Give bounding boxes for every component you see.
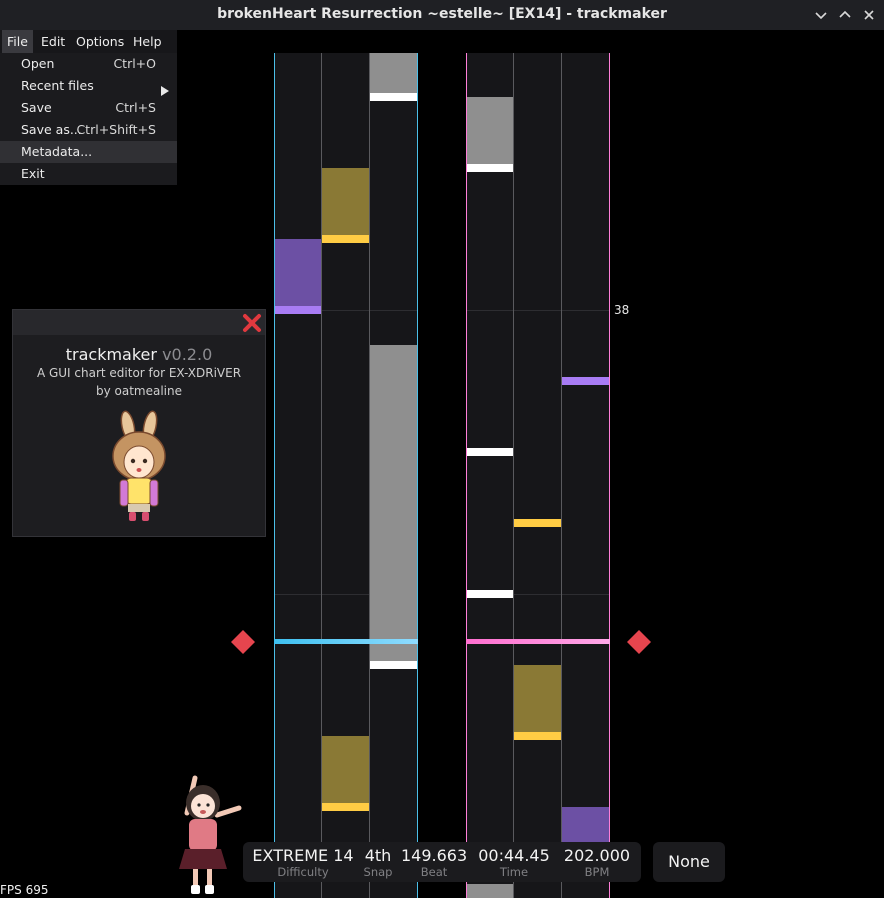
close-icon[interactable] bbox=[859, 5, 879, 25]
gold-hold-body[interactable] bbox=[322, 736, 370, 803]
menu-item-recent-files[interactable]: Recent files bbox=[0, 75, 177, 97]
tap-note[interactable] bbox=[466, 448, 514, 456]
hold-note-body[interactable] bbox=[370, 345, 418, 661]
tap-note[interactable] bbox=[370, 93, 418, 101]
minimize-icon[interactable] bbox=[811, 5, 831, 25]
close-x-icon[interactable] bbox=[242, 313, 262, 333]
purple-hold-body[interactable] bbox=[274, 239, 322, 306]
bpm-label: BPM bbox=[584, 865, 610, 879]
lane-divider bbox=[321, 53, 322, 898]
menu-item-shortcut: Ctrl+O bbox=[113, 56, 156, 71]
purple-note[interactable] bbox=[562, 377, 610, 385]
time-value: 00:44.45 bbox=[478, 846, 550, 865]
menu-edit[interactable]: Edit bbox=[36, 30, 70, 53]
lane-edge-right bbox=[466, 53, 467, 898]
snap-stat[interactable]: 4th Snap bbox=[359, 842, 397, 879]
gold-note[interactable] bbox=[322, 803, 370, 811]
menu-bar: File Edit Options Help bbox=[0, 30, 177, 53]
menu-item-save[interactable]: Save Ctrl+S bbox=[0, 97, 177, 119]
menu-options[interactable]: Options bbox=[71, 30, 129, 53]
about-window: trackmaker v0.2.0 A GUI chart editor for… bbox=[12, 309, 266, 537]
beat-label: Beat bbox=[420, 865, 448, 879]
bpm-value: 202.000 bbox=[563, 846, 631, 865]
measure-number: 38 bbox=[614, 303, 630, 317]
maximize-icon[interactable] bbox=[835, 5, 855, 25]
judgement-marker-right bbox=[627, 630, 651, 654]
menu-item-label: Exit bbox=[21, 166, 45, 181]
menu-help[interactable]: Help bbox=[128, 30, 167, 53]
hold-note-body[interactable] bbox=[370, 53, 418, 93]
fps-counter: FPS 695 bbox=[0, 883, 49, 897]
menu-item-label: Save bbox=[21, 100, 52, 115]
menu-item-label: Recent files bbox=[21, 78, 94, 93]
difficulty-label: Difficulty bbox=[277, 865, 329, 879]
time-label: Time bbox=[499, 865, 529, 879]
tap-note[interactable] bbox=[370, 661, 418, 669]
menu-item-metadata[interactable]: Metadata... bbox=[0, 141, 177, 163]
menu-item-shortcut: Ctrl+Shift+S bbox=[76, 122, 156, 137]
snap-value: 4th bbox=[364, 846, 392, 865]
about-description: A GUI chart editor for EX-XDRiVER bbox=[36, 366, 242, 380]
time-stat[interactable]: 00:44.45 Time bbox=[477, 842, 551, 879]
lane-edge-right bbox=[609, 53, 610, 898]
gold-note[interactable] bbox=[514, 519, 562, 527]
hold-note-body[interactable] bbox=[466, 884, 514, 898]
difficulty-value: EXTREME 14 bbox=[252, 846, 354, 865]
beat-line bbox=[466, 310, 610, 311]
tap-note[interactable] bbox=[466, 590, 514, 598]
lane-divider bbox=[561, 53, 562, 898]
about-author: by oatmealine bbox=[95, 384, 182, 398]
judgement-line-left bbox=[274, 639, 418, 644]
judgement-marker-left bbox=[231, 630, 255, 654]
bpm-stat[interactable]: 202.000 BPM bbox=[561, 842, 633, 879]
status-bar: EXTREME 14 Difficulty 4th Snap 149.663 B… bbox=[243, 842, 641, 882]
gold-note[interactable] bbox=[322, 235, 370, 243]
judgement-line-right bbox=[466, 639, 610, 644]
gold-note[interactable] bbox=[514, 732, 562, 740]
gold-hold-body[interactable] bbox=[322, 168, 370, 235]
snap-label: Snap bbox=[363, 865, 393, 879]
menu-item-exit[interactable]: Exit bbox=[0, 163, 177, 185]
mode-button[interactable]: None bbox=[653, 842, 725, 882]
window-title: brokenHeart Resurrection ~estelle~ [EX14… bbox=[217, 6, 667, 22]
bunny-girl-mascot bbox=[106, 410, 172, 522]
lane-divider bbox=[513, 53, 514, 898]
lane-divider bbox=[369, 53, 370, 898]
gold-hold-body[interactable] bbox=[514, 665, 562, 732]
about-window-header[interactable] bbox=[13, 310, 265, 335]
beat-value: 149.663 bbox=[401, 846, 468, 865]
beat-stat[interactable]: 149.663 Beat bbox=[401, 842, 467, 879]
menu-item-save-as[interactable]: Save as... Ctrl+Shift+S bbox=[0, 119, 177, 141]
file-menu-dropdown: Open Ctrl+O Recent files Save Ctrl+S Sav… bbox=[0, 53, 177, 185]
lane-edge-left bbox=[274, 53, 275, 898]
title-bar: brokenHeart Resurrection ~estelle~ [EX14… bbox=[0, 0, 884, 30]
app-version: v0.2.0 bbox=[162, 345, 213, 364]
menu-item-shortcut: Ctrl+S bbox=[115, 100, 156, 115]
menu-item-label: Save as... bbox=[21, 122, 82, 137]
tap-note[interactable] bbox=[466, 164, 514, 172]
difficulty-stat[interactable]: EXTREME 14 Difficulty bbox=[251, 842, 355, 879]
lane-edge-left bbox=[417, 53, 418, 898]
right-lane-group[interactable] bbox=[466, 53, 610, 898]
menu-file[interactable]: File bbox=[2, 30, 33, 53]
app-name: trackmaker bbox=[65, 345, 157, 364]
dancing-girl-sprite bbox=[165, 773, 245, 898]
menu-item-label: Metadata... bbox=[21, 144, 93, 159]
purple-note[interactable] bbox=[274, 306, 322, 314]
menu-item-label: Open bbox=[21, 56, 55, 71]
about-app-title: trackmaker v0.2.0 bbox=[13, 345, 265, 364]
hold-note-body[interactable] bbox=[466, 97, 514, 164]
menu-item-open[interactable]: Open Ctrl+O bbox=[0, 53, 177, 75]
